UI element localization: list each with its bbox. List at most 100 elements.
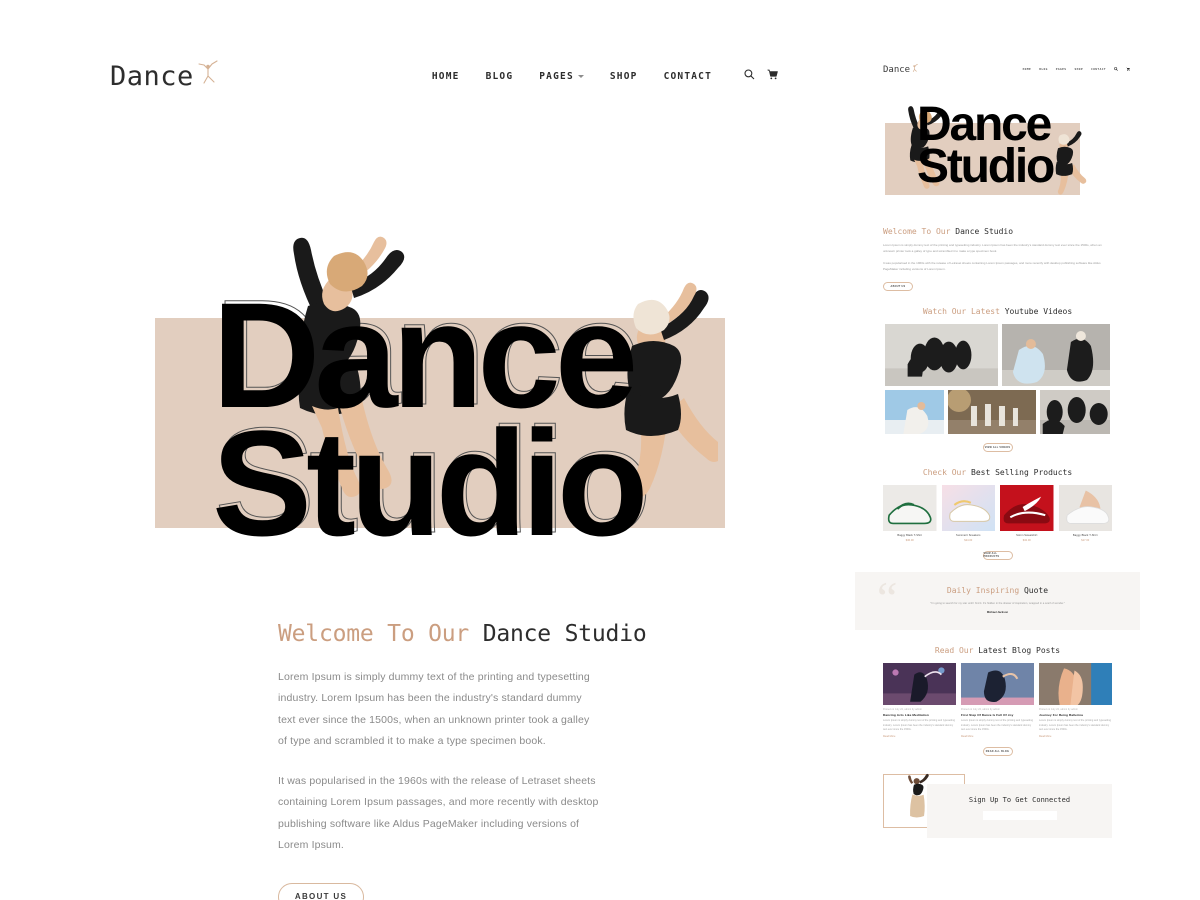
- preview-video-thumbnail[interactable]: [1002, 323, 1110, 386]
- preview-logo-text: Dance: [883, 65, 911, 75]
- product-card[interactable]: Summerit Sneakers $24.00: [941, 484, 995, 542]
- quote-author: Michael Jackson: [986, 610, 1009, 614]
- quote-mark-close-icon: “: [1105, 602, 1126, 630]
- nav-item-home[interactable]: HOME: [432, 71, 460, 82]
- preview-quote-title: Daily Inspiring Quote: [875, 586, 1120, 595]
- welcome-paragraph-2: It was popularised in the 1960s with the…: [278, 774, 599, 852]
- page-root: Dance HOME BLOG PAGES SHOP CONTACT Dance…: [0, 0, 1200, 900]
- preview-welcome-section: Welcome To Our Dance Studio Lorem Ipsum …: [855, 227, 1140, 291]
- blog-meta: Posted on July 22, admin by admin: [883, 708, 923, 711]
- cart-icon[interactable]: [1126, 67, 1130, 71]
- blog-title: Dancing Acts Like Meditation: [883, 712, 929, 717]
- blog-image: [961, 662, 1034, 705]
- blog-card[interactable]: Posted on July 22, admin by admin First …: [961, 662, 1034, 738]
- preview-videos-title-accent: Watch Our Latest: [922, 306, 1000, 316]
- preview-products-title-accent: Check Our: [922, 467, 967, 477]
- preview-video-thumbnail[interactable]: [885, 323, 999, 386]
- blog-image: [883, 662, 956, 705]
- product-card[interactable]: Storm Sweatshirt $32.00: [1000, 484, 1054, 542]
- preview-video-row-2: [885, 389, 1110, 434]
- preview-product-grid: Baggy Black T-Shirt $36.00 Summerit Snea…: [855, 484, 1140, 542]
- preview-read-all-blog-button[interactable]: READ ALL BLOG: [982, 746, 1013, 756]
- product-image: [883, 484, 937, 531]
- welcome-title-accent: Welcome To Our: [278, 621, 470, 647]
- preview-welcome-title-rest: Dance Studio: [955, 227, 1014, 236]
- preview-video-thumbnail[interactable]: [947, 389, 1036, 434]
- nav-label: BLOG: [485, 70, 514, 82]
- preview-blog-grid: Posted on July 22, admin by admin Dancin…: [855, 662, 1140, 738]
- preview-about-us-button[interactable]: ABOUT US: [883, 281, 913, 291]
- preview-quote-section: “ “ Daily Inspiring Quote "I'm going to …: [855, 571, 1140, 630]
- preview-header: Dance HOME BLOG PAGES SHOP CONTACT: [855, 55, 1140, 75]
- site-header: Dance HOME BLOG PAGES SHOP CONTACT: [0, 0, 850, 90]
- blog-meta: Posted on July 22, admin by admin: [1039, 708, 1079, 711]
- signup-title: Sign Up To Get Connected: [927, 784, 1112, 804]
- preview-blog-section: Read Our Latest Blog Posts: [855, 646, 1140, 655]
- preview-video-thumbnail[interactable]: [885, 389, 944, 434]
- preview-quote-title-accent: Daily Inspiring: [946, 585, 1020, 595]
- quote-text: "I'm going to search for my star until I…: [930, 601, 1065, 605]
- product-card[interactable]: Baggy Black T-Shirt $36.00: [883, 484, 937, 542]
- product-name: Baggy Black T-Shirt: [897, 533, 923, 537]
- dancer-icon: [195, 58, 221, 86]
- blog-title: First Step Of Dance Is Full Of Joy: [961, 712, 1014, 717]
- preview-videos-title: Watch Our Latest Youtube Videos: [883, 307, 1112, 316]
- cart-icon[interactable]: [767, 67, 778, 85]
- product-price: $24.00: [964, 538, 973, 542]
- nav-item-contact[interactable]: CONTACT: [664, 71, 712, 82]
- preview-logo[interactable]: Dance: [883, 63, 919, 75]
- preview-hero-line-2: Studio: [917, 140, 1055, 193]
- blog-read-more-link[interactable]: Read More: [883, 735, 956, 738]
- chevron-down-icon: [577, 74, 584, 78]
- preview-nav-contact[interactable]: CONTACT: [1091, 67, 1106, 71]
- about-us-button[interactable]: ABOUT US: [278, 882, 364, 900]
- search-icon[interactable]: [744, 67, 755, 85]
- preview-nav-home[interactable]: HOME: [1023, 67, 1032, 71]
- preview-nav-blog[interactable]: BLOG: [1039, 67, 1048, 71]
- preview-navigation: HOME BLOG PAGES SHOP CONTACT: [1023, 67, 1130, 71]
- preview-products-section: Check Our Best Selling Products: [855, 468, 1140, 477]
- signup-name-input[interactable]: [982, 810, 1057, 820]
- blog-read-more-link[interactable]: Read More: [961, 735, 1034, 738]
- site-logo[interactable]: Dance: [110, 60, 221, 92]
- preview-welcome-p2: It was popularised in the 1960s with the…: [883, 261, 1101, 272]
- preview-video-grid: [855, 323, 1140, 434]
- blog-excerpt: Lorem Ipsum is simply dummy text of the …: [961, 718, 1033, 732]
- nav-item-pages[interactable]: PAGES: [539, 71, 584, 82]
- preview-signup-section: Sign Up To Get Connected: [855, 768, 1140, 838]
- blog-title: Journey For Being Ballerina: [1039, 712, 1083, 717]
- dancer-icon: [912, 63, 918, 72]
- preview-nav-shop[interactable]: SHOP: [1074, 67, 1083, 71]
- signup-title-accent: Sign Up To: [968, 795, 1012, 804]
- product-name: Baggy Black T-Shirt: [1072, 533, 1098, 537]
- blog-card[interactable]: Posted on July 22, admin by admin Dancin…: [883, 662, 956, 738]
- preview-video-thumbnail[interactable]: [1039, 389, 1110, 434]
- blog-read-more-link[interactable]: Read More: [1039, 735, 1112, 738]
- quote-mark-open-icon: “: [877, 571, 898, 623]
- welcome-title: Welcome To Our Dance Studio: [278, 620, 850, 649]
- nav-label: HOME: [431, 70, 460, 82]
- preview-blog-title-rest: Latest Blog Posts: [978, 645, 1061, 655]
- blog-card[interactable]: Posted on July 22, admin by admin Journe…: [1039, 662, 1112, 738]
- preview-welcome-title-accent: Welcome To Our: [883, 227, 951, 236]
- product-image: [1000, 484, 1054, 531]
- preview-view-all-videos-button[interactable]: VIEW ALL VIDEOS: [982, 442, 1013, 452]
- product-price: $32.00: [1022, 538, 1031, 542]
- nav-label: CONTACT: [663, 70, 712, 82]
- welcome-title-rest: Dance Studio: [482, 621, 647, 647]
- preview-welcome-title: Welcome To Our Dance Studio: [883, 227, 1112, 236]
- product-card[interactable]: Baggy Black T-Shirt $17.00: [1058, 484, 1112, 542]
- welcome-paragraph-1: Lorem Ipsum is simply dummy text of the …: [278, 670, 590, 748]
- preview-nav-pages[interactable]: PAGES: [1056, 67, 1067, 71]
- nav-item-blog[interactable]: BLOG: [486, 71, 514, 82]
- preview-blog-title-accent: Read Our: [934, 645, 974, 655]
- preview-video-row-1: [885, 323, 1110, 386]
- nav-label: PAGES: [539, 70, 574, 82]
- preview-videos-section: Watch Our Latest Youtube Videos: [855, 307, 1140, 316]
- product-name: Summerit Sneakers: [956, 533, 981, 537]
- nav-item-shop[interactable]: SHOP: [610, 71, 638, 82]
- blog-excerpt: Lorem Ipsum is simply dummy text of the …: [1039, 718, 1111, 732]
- search-icon[interactable]: [1114, 67, 1118, 71]
- logo-text: Dance: [110, 61, 194, 92]
- preview-view-all-products-button[interactable]: VIEW ALL PRODUCTS: [982, 550, 1013, 560]
